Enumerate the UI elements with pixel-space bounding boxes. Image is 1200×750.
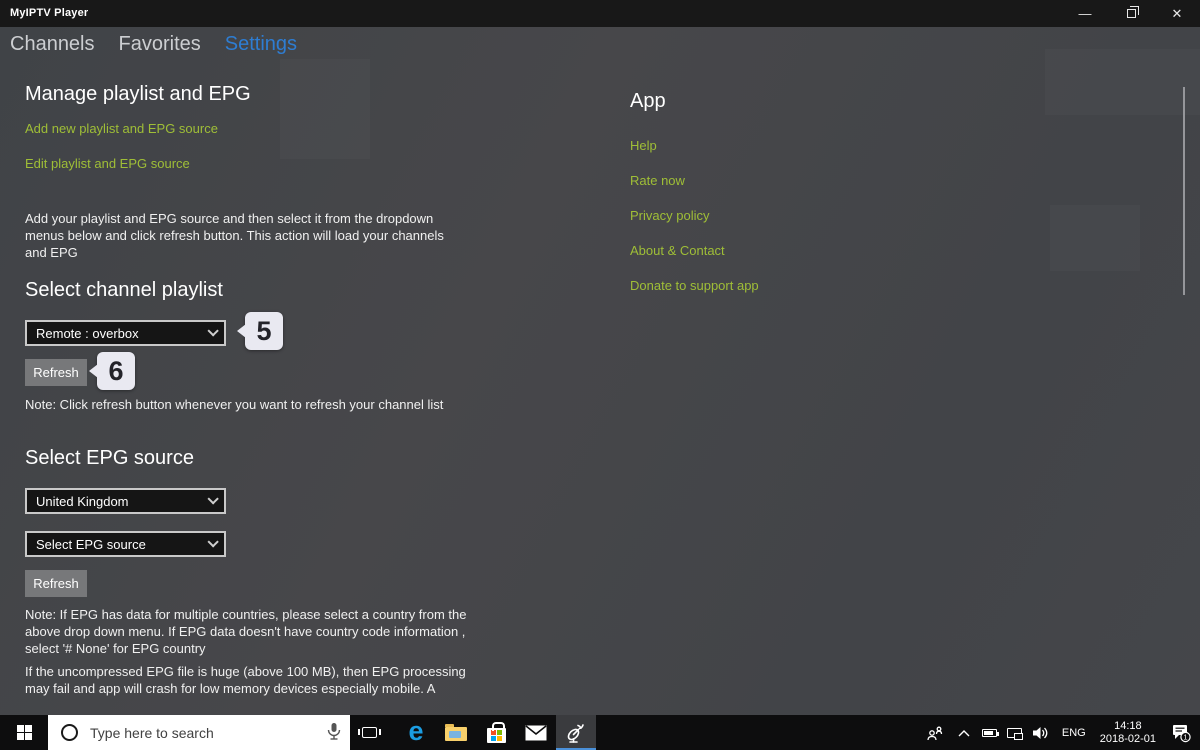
start-button[interactable] [0, 715, 48, 750]
network-icon [1007, 727, 1024, 740]
background-highlight [1045, 49, 1200, 115]
epg-country-value: United Kingdom [36, 493, 129, 509]
mail-icon [525, 724, 547, 740]
epg-source-value: Select EPG source [36, 536, 146, 552]
close-button[interactable]: ✕ [1154, 0, 1200, 27]
annotation-badge-5: 5 [245, 312, 283, 350]
action-center-icon: 1 [1173, 724, 1191, 742]
window-controls: — ✕ [1062, 0, 1200, 27]
main-nav: Channels Favorites Settings [10, 33, 297, 56]
chevron-down-icon [207, 493, 219, 505]
action-center-button[interactable]: 1 [1162, 715, 1200, 750]
clock-date: 2018-02-01 [1099, 732, 1156, 745]
satellite-dish-icon [567, 723, 584, 743]
clock-time: 14:18 [1114, 719, 1142, 732]
file-explorer-icon [445, 724, 467, 741]
refresh-playlist-button[interactable]: Refresh [25, 359, 87, 386]
windows-logo-icon [16, 725, 32, 740]
system-tray: ENG 14:18 2018-02-01 1 [920, 715, 1200, 750]
language-indicator[interactable]: ENG [1054, 715, 1094, 750]
help-link[interactable]: Help [630, 138, 657, 153]
taskbar-file-explorer[interactable] [436, 715, 476, 750]
epg-note-1: Note: If EPG has data for multiple count… [25, 607, 467, 656]
donate-link[interactable]: Donate to support app [630, 278, 759, 293]
background-highlight [280, 59, 370, 159]
volume-button[interactable] [1028, 715, 1054, 750]
channel-playlist-value: Remote : overbox [36, 325, 139, 341]
privacy-policy-link[interactable]: Privacy policy [630, 208, 709, 223]
tab-favorites[interactable]: Favorites [119, 33, 201, 56]
restore-button[interactable] [1108, 0, 1154, 27]
people-button[interactable] [920, 715, 950, 750]
microphone-icon[interactable] [327, 722, 341, 742]
refresh-epg-button[interactable]: Refresh [25, 570, 87, 597]
edit-playlist-link[interactable]: Edit playlist and EPG source [25, 156, 190, 171]
store-icon [486, 721, 506, 743]
search-placeholder: Type here to search [90, 724, 214, 741]
minimize-button[interactable]: — [1062, 0, 1108, 27]
tab-channels[interactable]: Channels [10, 33, 95, 56]
taskbar-store[interactable] [476, 715, 516, 750]
playlist-note: Note: Click refresh button whenever you … [25, 397, 444, 412]
vertical-scrollbar[interactable] [1183, 87, 1185, 295]
taskbar-search-input[interactable]: Type here to search [48, 715, 350, 750]
edge-icon: e [408, 716, 424, 746]
task-view-icon [357, 727, 381, 738]
task-view-button[interactable] [350, 715, 388, 750]
add-playlist-link[interactable]: Add new playlist and EPG source [25, 121, 218, 136]
intro-text: Add your playlist and EPG source and the… [25, 211, 444, 260]
battery-button[interactable] [978, 715, 1002, 750]
chevron-down-icon [207, 325, 219, 337]
cortana-icon [61, 724, 78, 741]
battery-icon [982, 728, 1000, 737]
playlist-heading: Select channel playlist [25, 279, 223, 301]
people-icon [927, 726, 943, 740]
taskbar-mail[interactable] [516, 715, 556, 750]
chevron-up-icon [958, 729, 970, 736]
taskbar-edge[interactable]: e [396, 715, 436, 750]
channel-playlist-dropdown[interactable]: Remote : overbox [25, 320, 226, 346]
clock[interactable]: 14:18 2018-02-01 [1094, 715, 1162, 750]
manage-heading: Manage playlist and EPG [25, 83, 251, 105]
restore-icon [1126, 6, 1139, 18]
epg-note-2: If the uncompressed EPG file is huge (ab… [25, 664, 466, 696]
tab-settings[interactable]: Settings [225, 33, 297, 56]
epg-source-dropdown[interactable]: Select EPG source [25, 531, 226, 557]
chevron-down-icon [207, 536, 219, 548]
about-contact-link[interactable]: About & Contact [630, 243, 725, 258]
epg-country-dropdown[interactable]: United Kingdom [25, 488, 226, 514]
speaker-icon [1032, 726, 1048, 739]
title-bar: MyIPTV Player — ✕ [0, 0, 1200, 27]
network-button[interactable] [1002, 715, 1028, 750]
window-title: MyIPTV Player [10, 7, 89, 19]
notification-badge: 1 [1183, 732, 1187, 741]
epg-heading: Select EPG source [25, 447, 194, 469]
taskbar-myiptv-player[interactable] [556, 715, 596, 750]
tray-overflow-button[interactable] [950, 715, 978, 750]
annotation-badge-6: 6 [97, 352, 135, 390]
app-heading: App [630, 90, 666, 112]
rate-now-link[interactable]: Rate now [630, 173, 685, 188]
windows-taskbar: Type here to search e ENG 14:18 2018-02-… [0, 715, 1200, 750]
background-highlight [1050, 205, 1140, 271]
